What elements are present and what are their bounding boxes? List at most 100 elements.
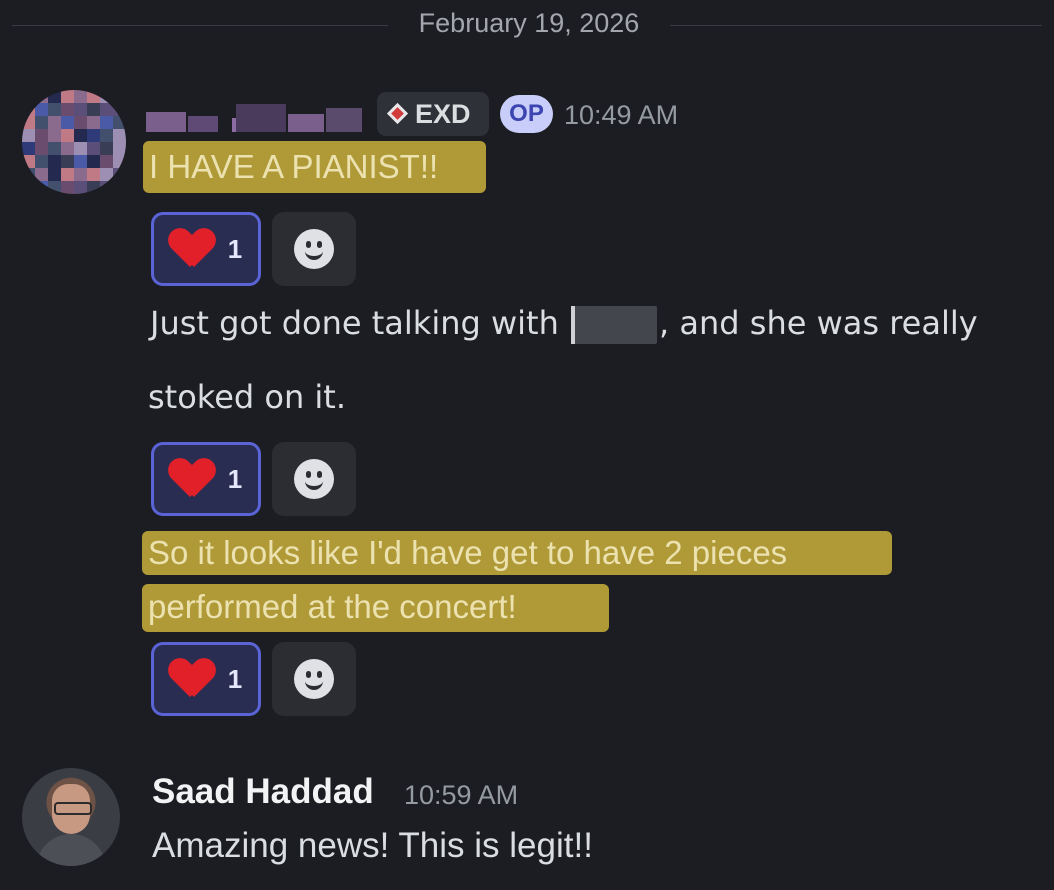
avatar-pixelated[interactable] bbox=[22, 90, 126, 194]
avatar-pixel-block bbox=[48, 90, 61, 103]
avatar-pixel-block bbox=[74, 181, 87, 194]
avatar-pixel-block bbox=[100, 155, 113, 168]
avatar-pixel-block bbox=[61, 103, 74, 116]
add-reaction-button[interactable] bbox=[272, 212, 356, 286]
message-text-part: Just got done talking with bbox=[150, 304, 559, 342]
avatar-pixel-block bbox=[100, 142, 113, 155]
avatar-pixel-block bbox=[87, 168, 100, 181]
avatar-pixel-block bbox=[74, 103, 87, 116]
avatar-pixel-block bbox=[61, 168, 74, 181]
avatar-pixel-block bbox=[35, 129, 48, 142]
smiley-icon bbox=[294, 459, 334, 499]
avatar-pixel-block bbox=[61, 129, 74, 142]
avatar-pixel-block bbox=[74, 90, 87, 103]
avatar-pixel-block bbox=[100, 90, 113, 103]
blur-block bbox=[236, 104, 286, 132]
add-reaction-button[interactable] bbox=[272, 442, 356, 516]
message-text: Amazing news! This is legit!! bbox=[152, 826, 593, 865]
avatar-pixel-block bbox=[100, 116, 113, 129]
reaction-count: 1 bbox=[227, 233, 243, 264]
avatar-pixel-block bbox=[87, 129, 100, 142]
avatar-pixel-block bbox=[87, 181, 100, 194]
avatar-pixel-block bbox=[100, 129, 113, 142]
avatar-pixel-block bbox=[113, 90, 126, 103]
avatar-pixel-block bbox=[22, 168, 35, 181]
avatar-pixel-block bbox=[87, 142, 100, 155]
diamond-icon bbox=[386, 102, 409, 125]
reaction-heart[interactable]: 1 bbox=[151, 442, 261, 516]
author-name[interactable]: Saad Haddad bbox=[152, 772, 374, 812]
avatar-pixel-block bbox=[22, 142, 35, 155]
avatar-pixel-block bbox=[74, 155, 87, 168]
avatar-pixel-block bbox=[100, 168, 113, 181]
avatar-pixel-block bbox=[61, 90, 74, 103]
avatar-pixel-block bbox=[48, 129, 61, 142]
message-text-highlighted: So it looks like I'd have get to have 2 … bbox=[142, 531, 892, 575]
heart-icon bbox=[170, 459, 214, 499]
avatar-pixel-block bbox=[22, 116, 35, 129]
reaction-heart[interactable]: 1 bbox=[151, 212, 261, 286]
message-text-line2: stoked on it. bbox=[148, 378, 346, 416]
avatar-pixel-block bbox=[35, 155, 48, 168]
username-redacted[interactable] bbox=[146, 104, 366, 134]
smiley-icon bbox=[294, 229, 334, 269]
op-badge: OP bbox=[500, 95, 553, 133]
avatar-pixel-block bbox=[22, 181, 35, 194]
avatar-pixel-block bbox=[113, 168, 126, 181]
avatar-pixel-block bbox=[48, 181, 61, 194]
server-tag-label: EXD bbox=[415, 98, 471, 129]
avatar-pixel-block bbox=[87, 116, 100, 129]
avatar-pixel-block bbox=[22, 129, 35, 142]
avatar-pixel-block bbox=[87, 103, 100, 116]
reaction-count: 1 bbox=[227, 663, 243, 694]
avatar-pixel-block bbox=[61, 116, 74, 129]
avatar-pixel-block bbox=[113, 103, 126, 116]
avatar-pixel-block bbox=[74, 116, 87, 129]
avatar-pixel-block bbox=[48, 155, 61, 168]
avatar-pixel-block bbox=[22, 103, 35, 116]
reaction-heart[interactable]: 1 bbox=[151, 642, 261, 716]
message-text-highlighted: I HAVE A PIANIST!! bbox=[143, 141, 486, 193]
avatar-pixel-block bbox=[35, 181, 48, 194]
avatar-pixel-block bbox=[61, 155, 74, 168]
message-text: Just got done talking with , and she was… bbox=[150, 304, 978, 344]
avatar-pixel-block bbox=[87, 90, 100, 103]
avatar-pixel-block bbox=[100, 103, 113, 116]
add-reaction-button[interactable] bbox=[272, 642, 356, 716]
message-timestamp[interactable]: 10:59 AM bbox=[404, 780, 518, 811]
avatar-pixel-block bbox=[74, 129, 87, 142]
redacted-name bbox=[571, 306, 658, 344]
reaction-count: 1 bbox=[227, 463, 243, 494]
avatar-pixel-block bbox=[61, 142, 74, 155]
blur-block bbox=[288, 114, 324, 132]
avatar-pixel-block bbox=[22, 155, 35, 168]
avatar-pixel-block bbox=[35, 142, 48, 155]
avatar-pixel-block bbox=[48, 103, 61, 116]
avatar-pixel-block bbox=[87, 155, 100, 168]
server-tag-badge[interactable]: EXD bbox=[377, 92, 489, 136]
blur-block bbox=[146, 112, 186, 132]
avatar-pixel-block bbox=[74, 168, 87, 181]
avatar-pixel-block bbox=[35, 103, 48, 116]
heart-icon bbox=[170, 659, 214, 699]
avatar-pixel-block bbox=[35, 90, 48, 103]
avatar-pixel-block bbox=[113, 129, 126, 142]
avatar-pixel-block bbox=[113, 155, 126, 168]
divider-line-left bbox=[12, 25, 388, 26]
avatar-pixel-block bbox=[113, 142, 126, 155]
smiley-icon bbox=[294, 659, 334, 699]
avatar-pixel-block bbox=[113, 181, 126, 194]
avatar-pixel-block bbox=[35, 116, 48, 129]
avatar-pixel-block bbox=[48, 142, 61, 155]
date-divider: February 19, 2026 bbox=[0, 0, 1054, 52]
message-timestamp[interactable]: 10:49 AM bbox=[564, 100, 678, 131]
blur-block bbox=[188, 116, 218, 132]
date-label: February 19, 2026 bbox=[418, 8, 640, 38]
avatar-pixel-block bbox=[35, 168, 48, 181]
avatar-pixel-block bbox=[100, 181, 113, 194]
avatar-pixel-block bbox=[22, 90, 35, 103]
avatar-pixel-block bbox=[74, 142, 87, 155]
avatar-saad-haddad[interactable] bbox=[22, 768, 120, 866]
message-text-highlighted: performed at the concert! bbox=[142, 584, 609, 632]
avatar-pixel-block bbox=[113, 116, 126, 129]
